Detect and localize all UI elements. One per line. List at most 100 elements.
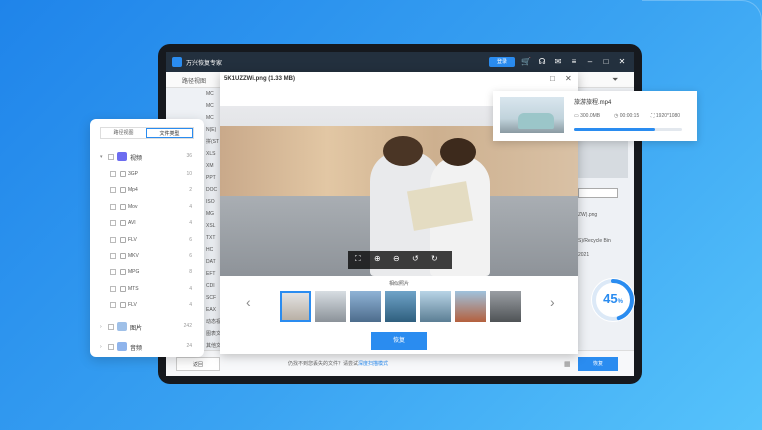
photo-hat-left <box>383 136 423 166</box>
format-item[interactable]: Mov 4 <box>90 200 204 214</box>
deep-scan-link[interactable]: 深度扫描模式 <box>358 361 388 367</box>
format-name: FLV <box>128 236 137 243</box>
close-icon[interactable]: ✕ <box>616 56 628 68</box>
format-item[interactable]: 3GP 10 <box>90 167 204 181</box>
file-card: 旅游旅程.mp4 ▭ 300.0MB ◷ 00:00:15 ⛶ 1920*108… <box>493 91 697 141</box>
group-photo[interactable]: › 图片 242 <box>90 319 204 335</box>
video-file-icon <box>120 302 126 309</box>
checkbox[interactable] <box>108 324 114 330</box>
thumbnail-3[interactable] <box>350 291 381 322</box>
preview-title: 5K1UZZWi.png (1.33 MB) <box>224 76 295 82</box>
rotate-right-icon[interactable]: ↻ <box>431 254 438 263</box>
zoom-out-icon[interactable]: ⊖ <box>393 254 400 263</box>
expand-arrow-icon[interactable]: › <box>100 324 102 330</box>
file-size: ▭ 300.0MB <box>574 113 601 119</box>
rotate-left-icon[interactable]: ↺ <box>412 254 419 263</box>
checkbox[interactable] <box>110 171 116 177</box>
format-item[interactable]: FLV 6 <box>90 233 204 247</box>
view-tabs: 路径视图 文件类型 <box>100 127 194 139</box>
next-arrow-icon[interactable]: › <box>550 294 555 310</box>
checkbox[interactable] <box>108 344 114 350</box>
app-logo-icon <box>172 57 182 67</box>
prev-arrow-icon[interactable]: ‹ <box>246 294 251 310</box>
thumbnail-6[interactable] <box>455 291 486 322</box>
thumbnail-2[interactable] <box>315 291 346 322</box>
expand-arrow-icon[interactable]: › <box>100 344 102 350</box>
group-audio[interactable]: › 音频 24 <box>90 339 204 355</box>
format-count: 4 <box>189 302 192 309</box>
thumbnail-5[interactable] <box>420 291 451 322</box>
checkbox[interactable] <box>110 220 116 227</box>
progress-fill <box>574 128 655 131</box>
mail-icon[interactable]: ✉ <box>552 56 564 68</box>
thumbnail-7[interactable] <box>490 291 521 322</box>
format-item[interactable]: MPG 8 <box>90 265 204 279</box>
format-item[interactable]: AVI 4 <box>90 216 204 230</box>
file-list-row[interactable]: MC <box>166 88 226 100</box>
checkbox[interactable] <box>110 253 116 259</box>
close-icon[interactable]: ✕ <box>565 74 572 83</box>
thumbnail-1[interactable] <box>280 291 311 322</box>
decorative-corner <box>642 0 762 70</box>
checkbox[interactable] <box>110 285 116 292</box>
login-button[interactable]: 登录 <box>489 57 515 67</box>
fullscreen-icon[interactable]: ⛶ <box>355 254 361 264</box>
video-file-icon <box>120 285 126 292</box>
video-icon <box>117 152 127 161</box>
title-bar: 万兴恢复专家 登录 🛒 ☊ ✉ ≡ – □ ✕ <box>166 52 634 72</box>
file-name: 旅游旅程.mp4 <box>574 100 612 106</box>
file-list-row[interactable]: MC <box>166 100 226 112</box>
format-name: AVI <box>128 220 136 227</box>
file-resolution-value: 1920*1080 <box>655 113 681 119</box>
video-file-icon <box>120 203 126 210</box>
recover-main-button[interactable]: 恢复 <box>578 357 618 371</box>
back-button[interactable]: 返回 <box>176 357 220 371</box>
video-thumbnail <box>500 97 564 133</box>
video-file-icon <box>120 253 126 259</box>
file-duration-value: 00:00:15 <box>619 113 640 119</box>
file-year-text: 2021 <box>578 252 590 258</box>
thumbnail-4[interactable] <box>385 291 416 322</box>
format-item[interactable]: MTS 4 <box>90 282 204 296</box>
path-view-label[interactable]: 路径视图 <box>182 76 206 85</box>
zoom-in-icon[interactable]: ⊕ <box>374 254 381 263</box>
checkbox[interactable] <box>110 302 116 309</box>
cart-icon[interactable]: 🛒 <box>520 56 532 68</box>
maximize-icon[interactable]: □ <box>550 74 555 83</box>
tab-path-view[interactable]: 路径视图 <box>101 128 146 138</box>
gauge-text: 45% <box>589 291 637 306</box>
grid-view-icon[interactable]: ▦ <box>564 360 571 368</box>
hint-label: 仍找不到您丢失的文件？请尝试 <box>288 361 359 367</box>
photo-icon <box>117 322 127 331</box>
format-item[interactable]: FLV 4 <box>90 298 204 312</box>
file-resolution: ⛶ 1920*1080 <box>651 113 681 119</box>
format-count: 10 <box>186 171 192 177</box>
format-item[interactable]: Mp4 2 <box>90 183 204 197</box>
format-item[interactable]: MKV 6 <box>90 249 204 263</box>
checkbox[interactable] <box>110 203 116 210</box>
file-location-text: S)/Recycle Bin <box>578 238 611 244</box>
maximize-icon[interactable]: □ <box>600 56 612 68</box>
group-count: 242 <box>183 323 192 329</box>
format-name: MTS <box>128 285 139 292</box>
checkbox[interactable] <box>110 187 116 194</box>
expand-arrow-icon[interactable]: ▾ <box>100 154 103 160</box>
menu-icon[interactable]: ≡ <box>568 56 580 68</box>
checkbox[interactable] <box>108 154 114 160</box>
hint-text: 仍找不到您丢失的文件？请尝试深度扫描模式 <box>288 360 388 367</box>
info-box <box>578 188 618 198</box>
checkbox[interactable] <box>110 236 116 243</box>
checkbox[interactable] <box>110 269 116 276</box>
group-name: 视频 <box>130 156 143 162</box>
tab-file-type[interactable]: 文件类型 <box>146 128 193 138</box>
headset-icon[interactable]: ☊ <box>536 56 548 68</box>
file-size-value: 300.0MB <box>580 113 601 119</box>
recover-button[interactable]: 恢复 <box>371 332 427 350</box>
audio-icon <box>117 342 127 351</box>
file-name-text: ZW).png <box>578 212 598 218</box>
minimize-icon[interactable]: – <box>584 56 596 68</box>
format-count: 6 <box>189 236 192 243</box>
group-video[interactable]: ▾ 视频 36 <box>90 149 204 165</box>
format-name: Mov <box>128 203 138 210</box>
filter-icon[interactable]: ⏷ <box>612 75 618 85</box>
